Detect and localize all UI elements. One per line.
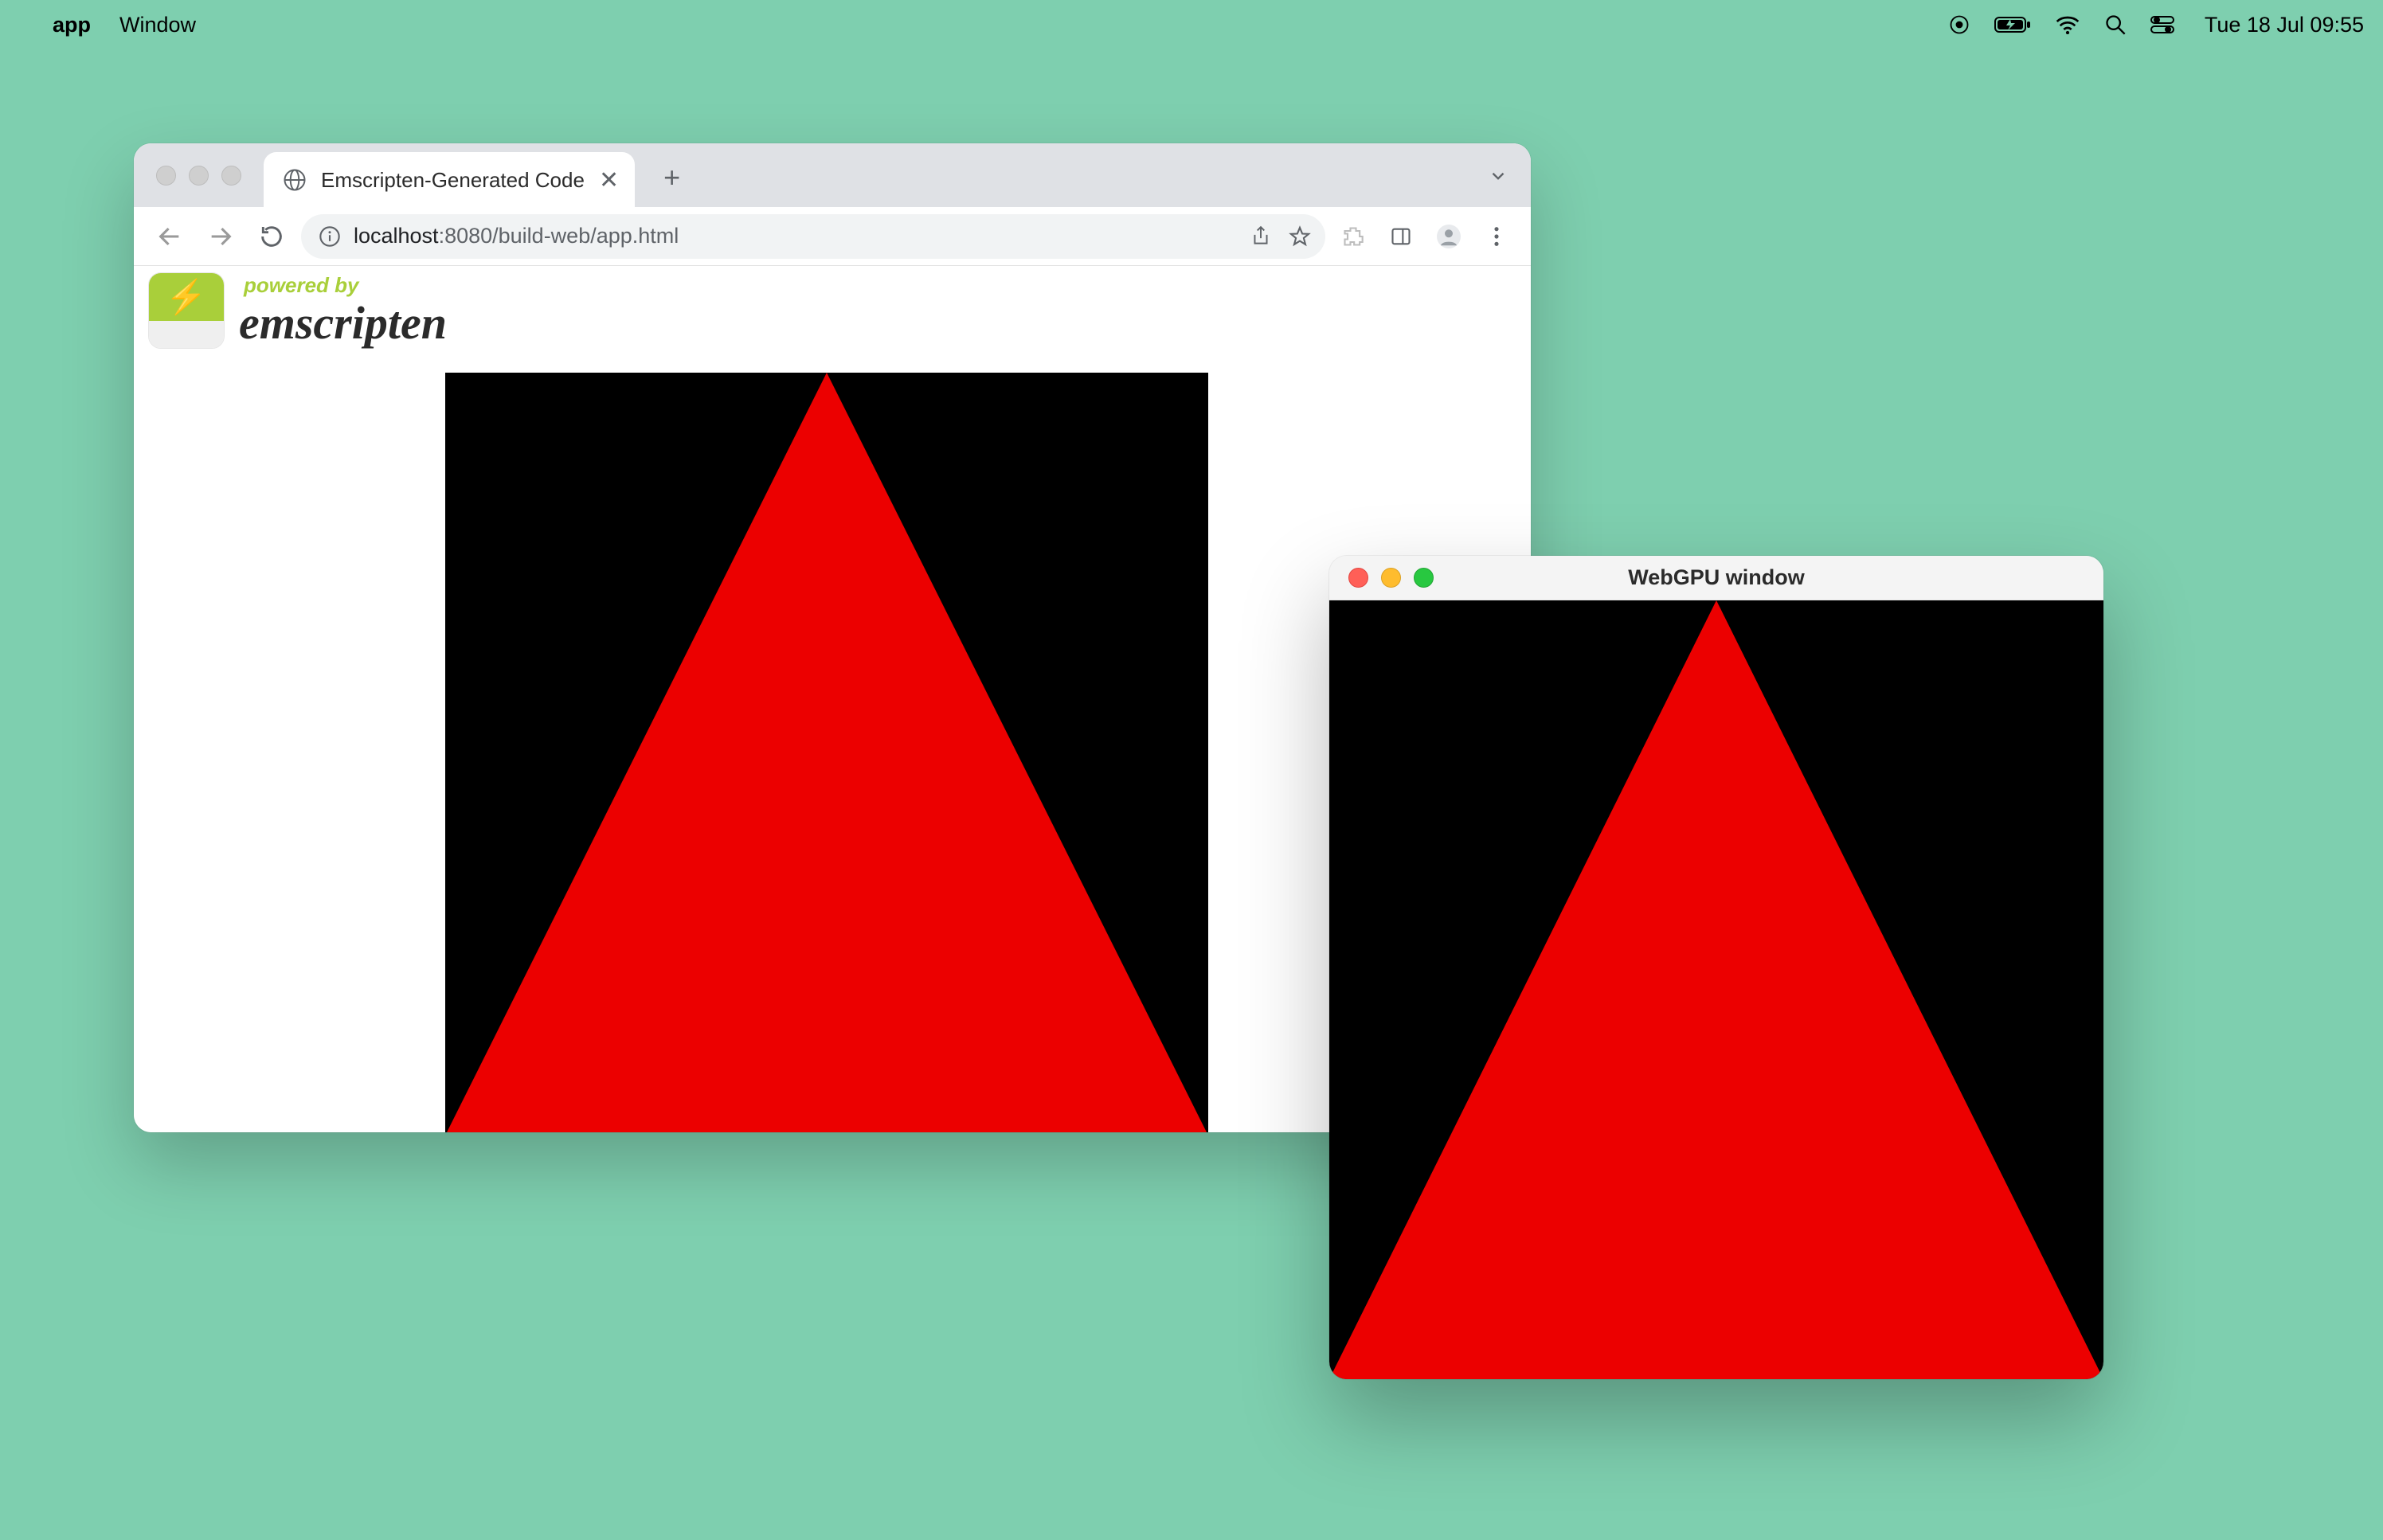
- browser-tab[interactable]: Emscripten-Generated Code ✕: [264, 152, 635, 208]
- globe-icon: [283, 168, 307, 192]
- browser-content: ⚡ powered by emscripten: [134, 266, 1531, 1132]
- wifi-icon[interactable]: [2055, 15, 2080, 34]
- traffic-zoom-icon[interactable]: [221, 166, 241, 186]
- omnibox[interactable]: localhost:8080/build-web/app.html: [301, 214, 1325, 259]
- browser-traffic-lights: [156, 166, 241, 186]
- extensions-icon[interactable]: [1333, 217, 1373, 256]
- app-traffic-lights: [1348, 568, 1434, 588]
- bookmark-star-icon[interactable]: [1289, 225, 1311, 248]
- menubar-datetime[interactable]: Tue 18 Jul 09:55: [2205, 13, 2364, 37]
- spotlight-icon[interactable]: [2104, 14, 2127, 36]
- tab-close-icon[interactable]: ✕: [599, 166, 619, 194]
- browser-toolbar: localhost:8080/build-web/app.html: [134, 207, 1531, 266]
- omnibox-url: localhost:8080/build-web/app.html: [354, 224, 679, 248]
- traffic-minimize-icon[interactable]: [1381, 568, 1401, 588]
- webgpu-canvas[interactable]: [1329, 600, 2103, 1379]
- native-app-window: WebGPU window: [1329, 556, 2103, 1379]
- red-triangle-icon: [1329, 600, 2103, 1379]
- emscripten-title: powered by emscripten: [239, 275, 447, 346]
- webgl-canvas[interactable]: [445, 373, 1208, 1132]
- screen-record-icon[interactable]: [1948, 14, 1970, 36]
- profile-avatar-icon[interactable]: [1429, 217, 1469, 256]
- traffic-close-icon[interactable]: [156, 166, 176, 186]
- emscripten-powered-label: powered by: [244, 275, 447, 295]
- kebab-menu-icon[interactable]: [1477, 217, 1516, 256]
- traffic-close-icon[interactable]: [1348, 568, 1368, 588]
- red-triangle-icon: [445, 373, 1208, 1132]
- browser-tabstrip: Emscripten-Generated Code ✕ +: [134, 143, 1531, 207]
- app-titlebar[interactable]: WebGPU window: [1329, 556, 2103, 600]
- url-host: localhost: [354, 224, 439, 248]
- nav-forward-button[interactable]: [199, 215, 242, 258]
- browser-window: Emscripten-Generated Code ✕ + localhost:…: [134, 143, 1531, 1132]
- control-center-icon[interactable]: [2150, 15, 2174, 34]
- site-info-icon[interactable]: [319, 225, 341, 248]
- emscripten-header: ⚡ powered by emscripten: [148, 272, 447, 349]
- traffic-zoom-icon[interactable]: [1414, 568, 1434, 588]
- tab-list-chevron-icon[interactable]: [1488, 166, 1508, 186]
- menubar-left: app Window: [24, 13, 196, 37]
- nav-back-button[interactable]: [148, 215, 191, 258]
- menubar-window-menu[interactable]: Window: [119, 13, 196, 37]
- app-window-title: WebGPU window: [1329, 565, 2103, 590]
- sidepanel-icon[interactable]: [1381, 217, 1421, 256]
- emscripten-name-label: emscripten: [239, 300, 447, 346]
- emscripten-logo-icon: ⚡: [148, 272, 225, 349]
- url-rest: :8080/build-web/app.html: [439, 224, 679, 248]
- battery-icon[interactable]: [1994, 15, 2031, 34]
- browser-tab-title: Emscripten-Generated Code: [321, 168, 585, 193]
- nav-reload-button[interactable]: [250, 215, 293, 258]
- new-tab-button[interactable]: +: [652, 156, 691, 199]
- menubar-right: Tue 18 Jul 09:55: [1948, 13, 2364, 37]
- macos-menubar: app Window Tue 18 Jul 09:55: [0, 0, 2383, 49]
- share-icon[interactable]: [1250, 225, 1271, 248]
- traffic-minimize-icon[interactable]: [189, 166, 209, 186]
- menubar-app-name[interactable]: app: [53, 13, 91, 37]
